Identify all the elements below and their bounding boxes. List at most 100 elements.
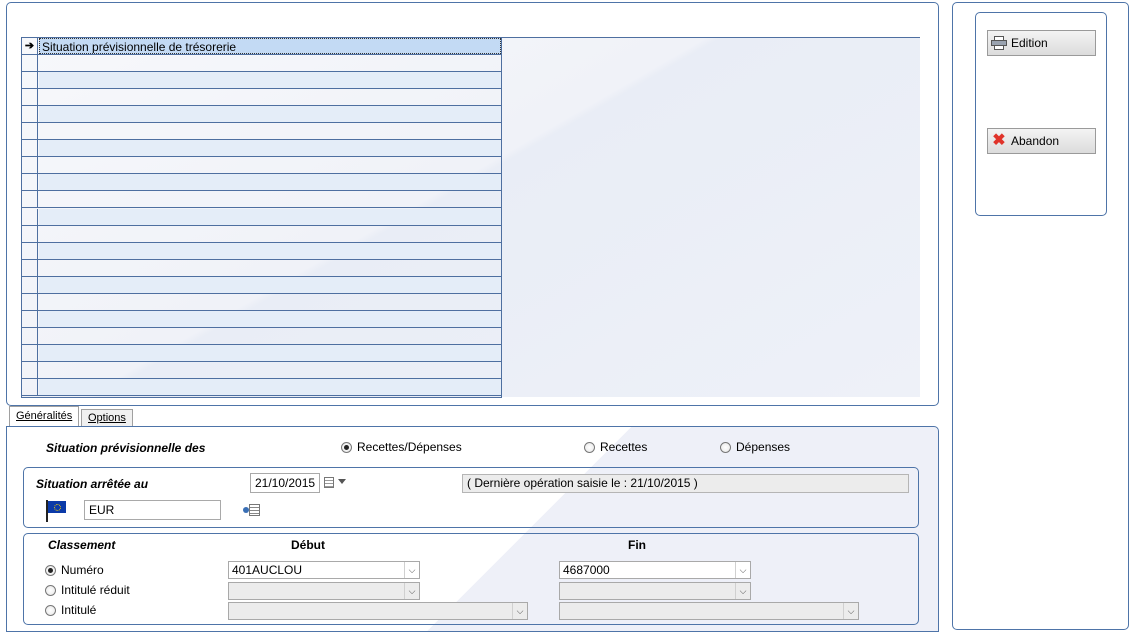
grid-cell[interactable] — [39, 226, 501, 242]
row-indicator[interactable] — [22, 89, 38, 106]
chevron-down-icon[interactable]: ⌵ — [735, 583, 750, 599]
chevron-down-icon[interactable]: ⌵ — [735, 562, 750, 578]
currency-list-icon[interactable] — [243, 503, 261, 517]
row-indicator[interactable] — [22, 344, 38, 361]
grid-cell[interactable] — [39, 328, 501, 344]
chevron-down-icon[interactable] — [338, 479, 346, 484]
table-row[interactable] — [22, 293, 501, 311]
fin-intitule-combo[interactable]: ⌵ — [559, 602, 859, 620]
debut-intitule-reduit-combo[interactable]: ⌵ — [228, 582, 420, 600]
tab-options[interactable]: Options — [81, 409, 133, 427]
table-row[interactable] — [22, 327, 501, 345]
row-indicator[interactable] — [22, 310, 38, 327]
table-row[interactable] — [22, 123, 501, 141]
table-row[interactable] — [22, 106, 501, 124]
radio-intitule-reduit[interactable]: Intitulé réduit — [45, 583, 130, 597]
grid-cell[interactable] — [39, 191, 501, 207]
row-indicator[interactable] — [22, 225, 38, 242]
table-row[interactable] — [22, 344, 501, 362]
grid-cell[interactable] — [39, 72, 501, 89]
chevron-down-icon[interactable]: ⌵ — [843, 603, 858, 619]
row-indicator[interactable] — [22, 242, 38, 259]
row-indicator[interactable] — [22, 106, 38, 123]
grid-cell[interactable] — [39, 208, 501, 225]
table-row[interactable] — [22, 72, 501, 90]
row-indicator[interactable] — [22, 140, 38, 157]
grid-header-cell[interactable]: Situation prévisionnelle de trésorerie — [39, 38, 501, 54]
abandon-button[interactable]: ✖ Abandon — [987, 128, 1096, 154]
grid-cell[interactable] — [39, 344, 501, 361]
table-row[interactable] — [22, 361, 501, 379]
table-row[interactable] — [22, 157, 501, 175]
radio-depenses[interactable]: Dépenses — [720, 440, 790, 454]
data-grid[interactable]: ➔ Situation prévisionnelle de trésorerie — [21, 38, 502, 398]
tab-generalites[interactable]: Généralités — [9, 406, 80, 428]
table-row[interactable] — [22, 191, 501, 209]
row-indicator[interactable] — [22, 123, 38, 140]
grid-cell[interactable] — [39, 276, 501, 293]
table-row[interactable] — [22, 225, 501, 243]
chevron-down-icon[interactable]: ⌵ — [404, 562, 419, 578]
debut-numero-combo[interactable]: 401AUCLOU ⌵ — [228, 561, 420, 579]
row-indicator[interactable] — [22, 174, 38, 191]
grid-cell[interactable] — [39, 89, 501, 105]
grid-cell[interactable] — [39, 157, 501, 173]
grid-cell[interactable] — [39, 123, 501, 139]
table-row[interactable] — [22, 379, 501, 396]
chevron-down-icon[interactable]: ⌵ — [404, 583, 419, 599]
grid-cell[interactable] — [39, 294, 501, 310]
row-indicator[interactable] — [22, 55, 38, 72]
radio-dot — [45, 564, 56, 576]
radio-label: Recettes/Dépenses — [357, 440, 462, 454]
close-icon: ✖ — [992, 132, 1006, 149]
last-operation-field: ( Dernière opération saisie le : 21/10/2… — [462, 474, 909, 493]
fin-numero-combo[interactable]: 4687000 ⌵ — [559, 561, 751, 579]
row-indicator[interactable] — [22, 157, 38, 174]
row-indicator[interactable] — [22, 72, 38, 89]
table-row[interactable] — [22, 276, 501, 294]
debut-intitule-combo[interactable]: ⌵ — [228, 602, 528, 620]
grid-cell[interactable] — [39, 55, 501, 71]
calendar-icon[interactable] — [324, 477, 334, 488]
table-row[interactable] — [22, 242, 501, 260]
row-indicator[interactable] — [22, 379, 38, 395]
grid-cell[interactable] — [39, 379, 501, 395]
grid-cell[interactable] — [39, 362, 501, 378]
grid-header-row[interactable]: ➔ Situation prévisionnelle de trésorerie — [22, 38, 501, 55]
table-row[interactable] — [22, 208, 501, 226]
grid-cell[interactable] — [39, 242, 501, 259]
row-indicator[interactable] — [22, 208, 38, 225]
grid-cell[interactable] — [39, 106, 501, 123]
fin-intitule-reduit-combo[interactable]: ⌵ — [559, 582, 751, 600]
row-indicator[interactable] — [22, 191, 38, 208]
table-row[interactable] — [22, 174, 501, 192]
currency-field[interactable]: EUR — [84, 500, 221, 520]
radio-recettes-depenses[interactable]: Recettes/Dépenses — [341, 440, 462, 454]
table-row[interactable] — [22, 310, 501, 328]
radio-numero[interactable]: Numéro — [45, 563, 104, 577]
grid-area: ➔ Situation prévisionnelle de trésorerie — [21, 37, 920, 398]
radio-label: Dépenses — [736, 440, 791, 454]
fin-value: 4687000 — [563, 563, 610, 577]
row-indicator[interactable]: ➔ — [22, 38, 38, 54]
row-indicator[interactable] — [22, 276, 38, 293]
table-row[interactable] — [22, 89, 501, 107]
date-field[interactable]: 21/10/2015 — [250, 473, 320, 493]
grid-cell[interactable] — [39, 140, 501, 157]
row-indicator[interactable] — [22, 361, 38, 378]
table-row[interactable] — [22, 140, 501, 158]
edition-button[interactable]: Edition — [987, 30, 1096, 56]
radio-intitule[interactable]: Intitulé — [45, 603, 96, 617]
grid-cell[interactable] — [39, 174, 501, 191]
radio-recettes[interactable]: Recettes — [584, 440, 647, 454]
chevron-down-icon[interactable]: ⌵ — [512, 603, 527, 619]
table-row[interactable] — [22, 259, 501, 277]
grid-cell[interactable] — [39, 260, 501, 276]
row-indicator[interactable] — [22, 259, 38, 276]
row-indicator[interactable] — [22, 327, 38, 344]
radio-dot — [341, 441, 352, 453]
grid-cell[interactable] — [39, 310, 501, 327]
abandon-label: Abandon — [1011, 134, 1060, 148]
row-indicator[interactable] — [22, 293, 38, 310]
table-row[interactable] — [22, 55, 501, 73]
